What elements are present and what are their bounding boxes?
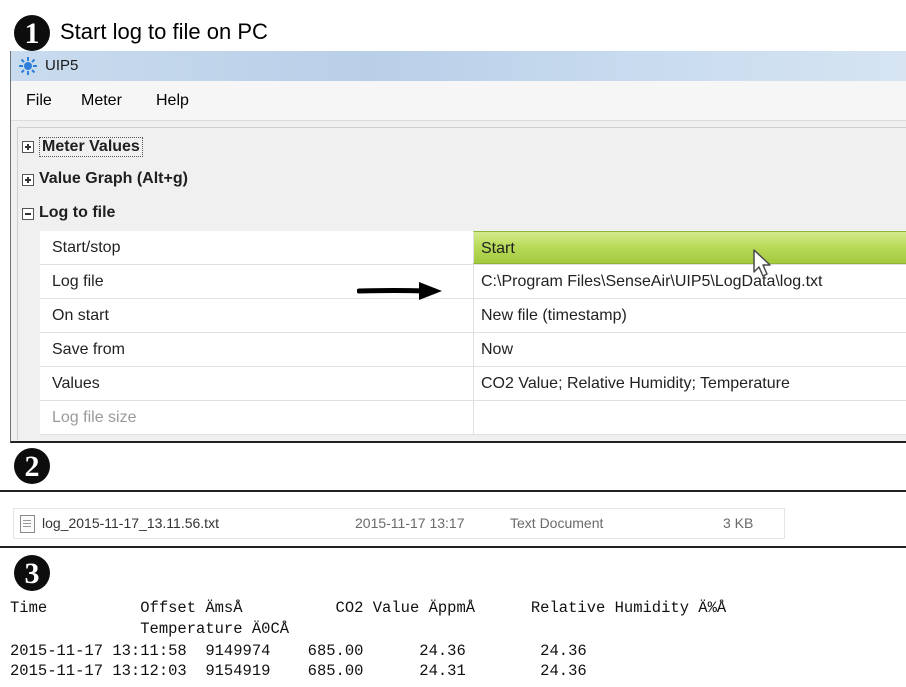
property-row-values[interactable]: Values CO2 Value; Relative Humidity; Tem… xyxy=(40,367,906,401)
on-start-value[interactable]: New file (timestamp) xyxy=(473,299,906,332)
category-label: Meter Values xyxy=(39,137,143,157)
values-value[interactable]: CO2 Value; Relative Humidity; Temperatur… xyxy=(473,367,906,400)
step-1-badge: 1 xyxy=(14,15,50,51)
title-bar: UIP5 xyxy=(11,51,906,81)
step-1-title: Start log to file on PC xyxy=(60,19,268,44)
file-type: Text Document xyxy=(510,515,604,531)
property-name: Save from xyxy=(52,341,125,358)
divider xyxy=(0,546,906,548)
property-name: Values xyxy=(52,375,100,392)
category-log-to-file[interactable]: Log to file xyxy=(18,198,906,230)
file-size: 3 KB xyxy=(723,515,754,531)
property-row-log-file-size: Log file size xyxy=(40,401,906,435)
log-file-size-value xyxy=(473,401,906,434)
expand-icon[interactable] xyxy=(22,141,34,153)
menu-bar: File Meter Help xyxy=(11,81,906,121)
window-title: UIP5 xyxy=(45,57,79,74)
property-value: New file (timestamp) xyxy=(481,307,627,324)
log-header-line-1: Time Offset ÄmsÅ CO2 Value ÄppmÅ Relativ… xyxy=(10,599,727,617)
category-meter-values[interactable]: Meter Values xyxy=(18,131,906,163)
menu-file[interactable]: File xyxy=(26,92,52,110)
property-name: On start xyxy=(52,307,109,324)
category-label: Log to file xyxy=(39,204,116,221)
menu-help[interactable]: Help xyxy=(156,92,189,110)
property-value: CO2 Value; Relative Humidity; Temperatur… xyxy=(481,375,790,392)
log-file-entry[interactable]: log_2015-11-17_13.11.56.txt 2015-11-17 1… xyxy=(13,508,785,539)
pointer-arrow-icon xyxy=(357,282,442,300)
log-file-value[interactable]: C:\Program Files\SenseAir\UIP5\LogData\l… xyxy=(473,265,906,298)
property-row-on-start[interactable]: On start New file (timestamp) xyxy=(40,299,906,333)
app-sun-icon xyxy=(19,57,37,75)
step-2-badge: 2 xyxy=(14,448,50,484)
property-name: Log file size xyxy=(52,409,137,426)
property-row-save-from[interactable]: Save from Now xyxy=(40,333,906,367)
file-modified: 2015-11-17 13:17 xyxy=(355,515,465,531)
save-from-value[interactable]: Now xyxy=(473,333,906,366)
file-name: log_2015-11-17_13.11.56.txt xyxy=(42,515,219,531)
step-3-badge: 3 xyxy=(14,555,50,591)
start-button[interactable]: Start xyxy=(473,231,906,264)
uip5-window: UIP5 File Meter Help Meter Values Value … xyxy=(10,51,906,443)
divider xyxy=(0,490,906,492)
collapse-icon[interactable] xyxy=(22,208,34,220)
text-file-icon xyxy=(20,515,35,533)
property-name: Log file xyxy=(52,273,104,290)
property-name: Start/stop xyxy=(52,239,121,256)
property-grid: Meter Values Value Graph (Alt+g) Log to … xyxy=(17,127,906,440)
start-button-label: Start xyxy=(481,240,515,257)
expand-icon[interactable] xyxy=(22,174,34,186)
mouse-cursor-icon xyxy=(753,249,771,277)
category-value-graph[interactable]: Value Graph (Alt+g) xyxy=(18,164,906,196)
log-header-line-2: Temperature Ä0CÅ xyxy=(10,620,290,638)
log-row: 2015-11-17 13:11:58 9149974 685.00 24.36… xyxy=(10,642,587,660)
category-label: Value Graph (Alt+g) xyxy=(39,170,188,187)
menu-meter[interactable]: Meter xyxy=(81,92,122,110)
property-value: Now xyxy=(481,341,514,358)
log-row: 2015-11-17 13:12:03 9154919 685.00 24.31… xyxy=(10,662,587,680)
